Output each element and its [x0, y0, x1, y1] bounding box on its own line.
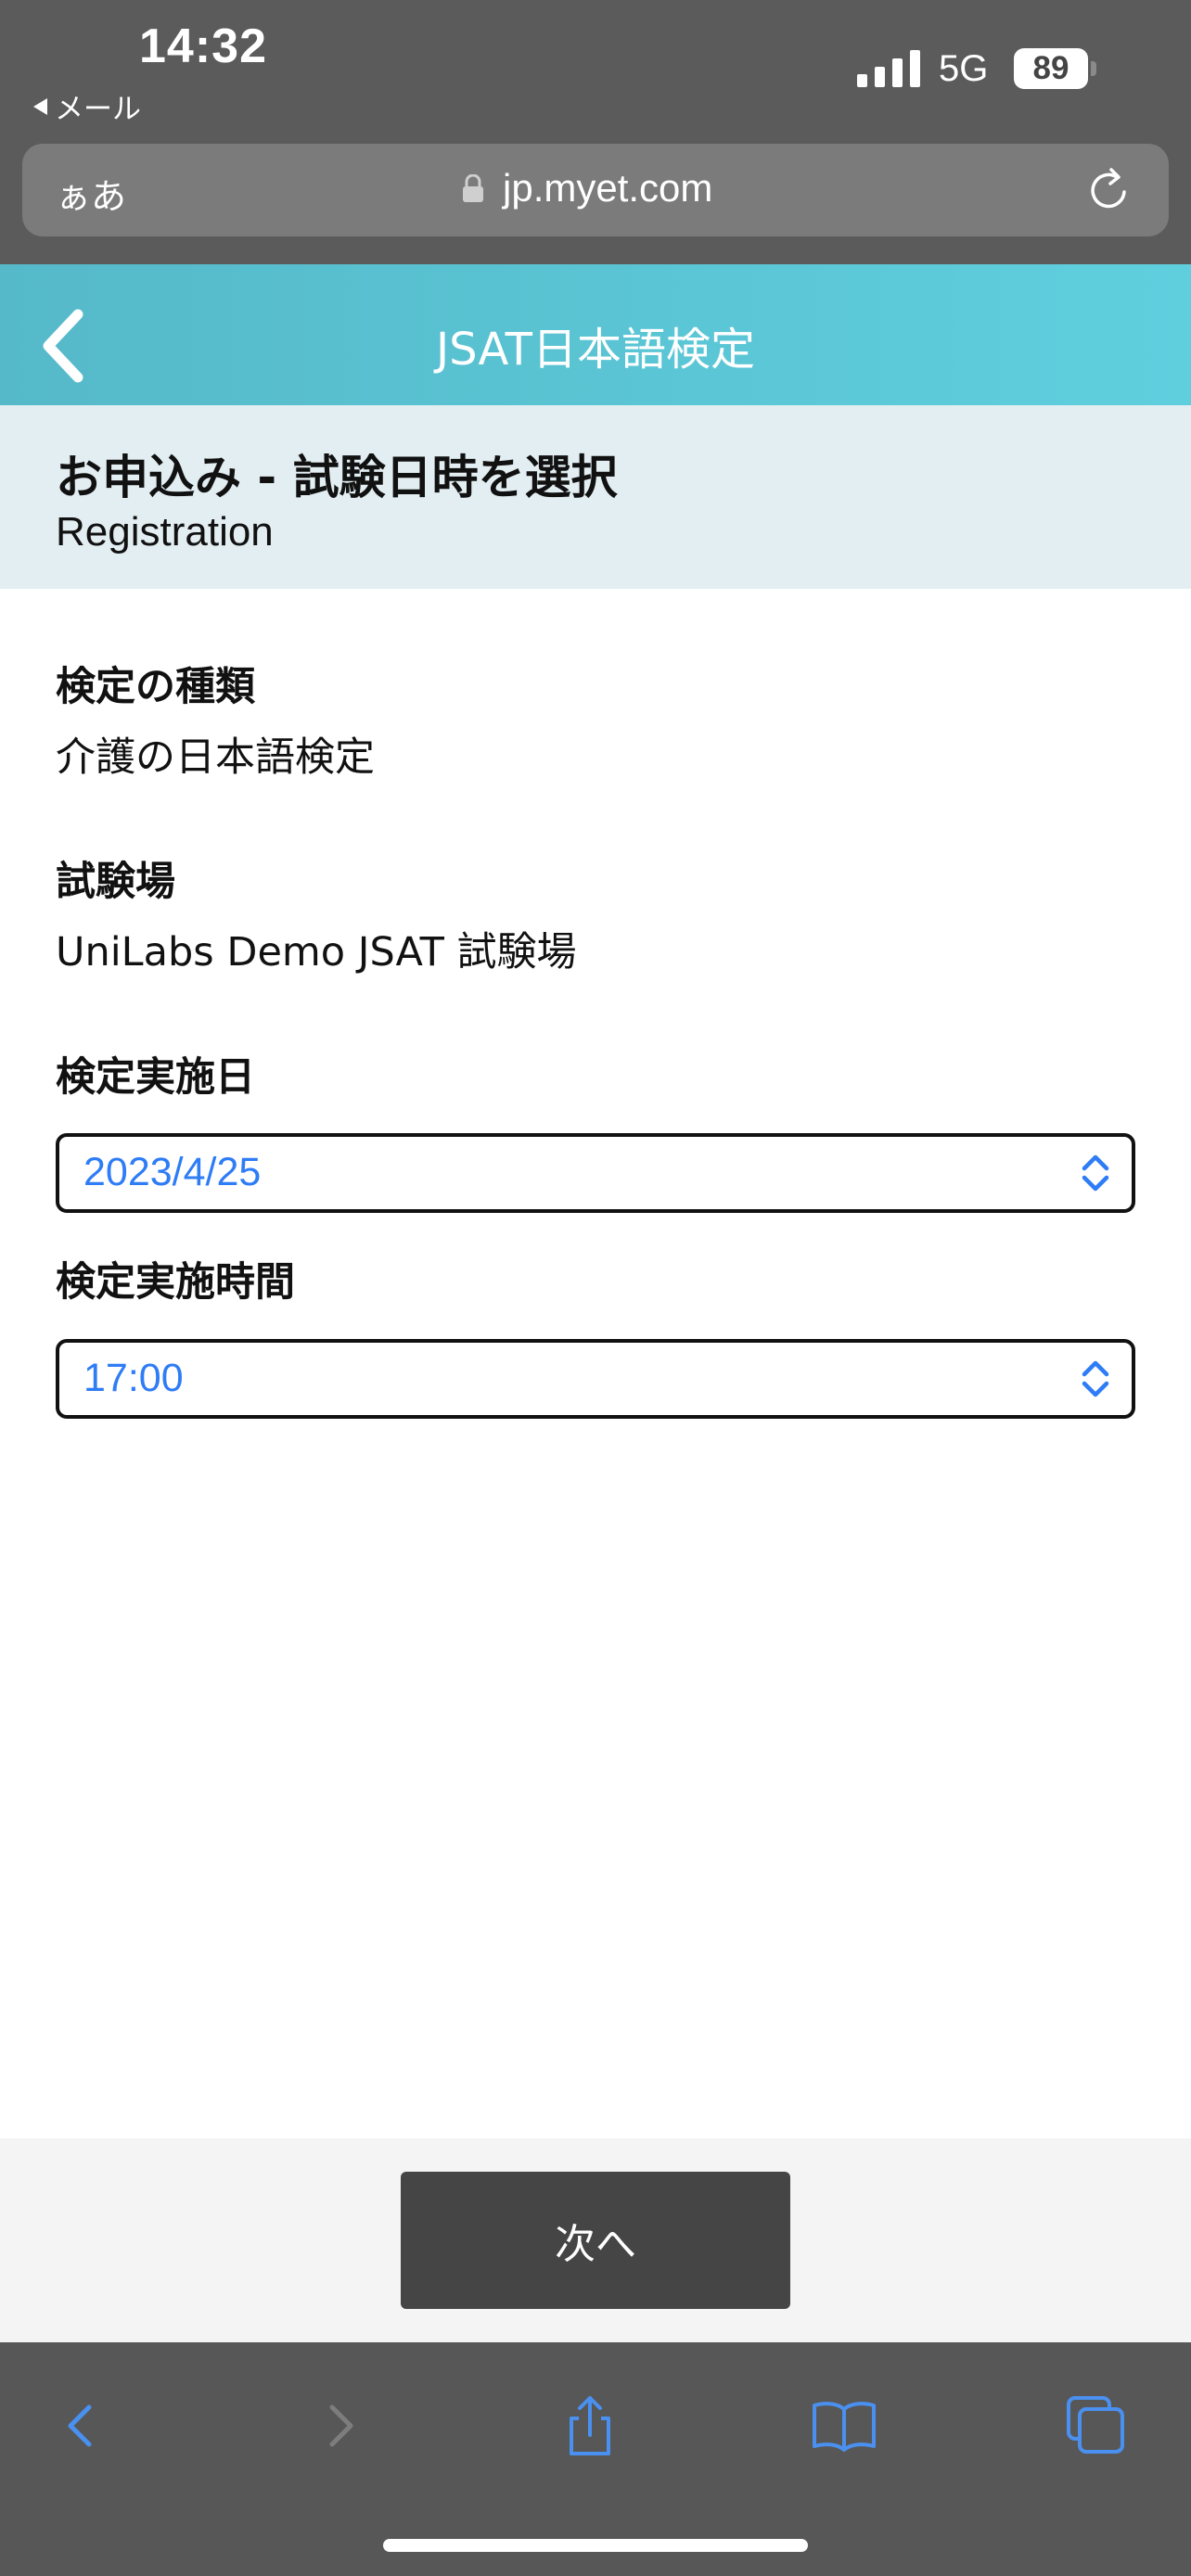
back-icon[interactable] — [45, 2389, 119, 2463]
url-text[interactable]: jp.myet.com — [503, 166, 712, 210]
cellular-signal-icon — [857, 50, 920, 87]
back-to-app[interactable]: メール — [33, 85, 141, 127]
select-chevron-icon — [1082, 1154, 1109, 1192]
next-button[interactable]: 次へ — [401, 2172, 790, 2309]
reload-icon[interactable] — [1083, 164, 1135, 216]
exam-type-value: 介護の日本語検定 — [56, 734, 375, 781]
share-icon[interactable] — [553, 2389, 627, 2463]
exam-date-select[interactable]: 2023/4/25 — [56, 1133, 1135, 1213]
action-bar: 次へ — [0, 2138, 1191, 2342]
back-app-label: メール — [55, 93, 141, 126]
address-bar[interactable]: ぁあ jp.myet.com — [22, 144, 1169, 236]
battery-tip — [1091, 61, 1096, 76]
text-size-button[interactable]: ぁあ — [56, 168, 126, 219]
exam-date-label: 検定実施日 — [56, 1054, 255, 1101]
battery-level: 89 — [1032, 50, 1069, 86]
exam-time-value: 17:00 — [83, 1356, 184, 1400]
exam-type-label: 検定の種類 — [56, 664, 255, 710]
app-header: JSAT日本語検定 — [0, 264, 1191, 405]
tabs-icon[interactable] — [1059, 2389, 1133, 2463]
select-chevron-icon — [1082, 1360, 1109, 1397]
venue-value: UniLabs Demo JSAT 試験場 — [56, 929, 577, 976]
back-triangle-icon — [33, 97, 47, 115]
page-title: お申込み - 試験日時を選択 — [56, 451, 618, 504]
home-indicator — [383, 2539, 808, 2552]
exam-time-label: 検定実施時間 — [56, 1259, 295, 1306]
status-time: 14:32 — [139, 19, 267, 73]
header-title: JSAT日本語検定 — [436, 324, 755, 376]
browser-chrome-top: 14:32 メール 5G 89 ぁあ jp.myet.com — [0, 0, 1191, 264]
bookmarks-icon[interactable] — [807, 2389, 881, 2463]
battery-icon: 89 — [1014, 48, 1088, 89]
exam-time-select[interactable]: 17:00 — [56, 1339, 1135, 1419]
page-subtitle: Registration — [56, 509, 274, 555]
page-heading: お申込み - 試験日時を選択 Registration — [0, 405, 1191, 589]
lock-icon — [463, 174, 483, 202]
exam-date-value: 2023/4/25 — [83, 1150, 262, 1194]
forward-icon[interactable] — [302, 2389, 377, 2463]
venue-label: 試験場 — [56, 859, 175, 905]
network-type: 5G — [939, 48, 989, 89]
